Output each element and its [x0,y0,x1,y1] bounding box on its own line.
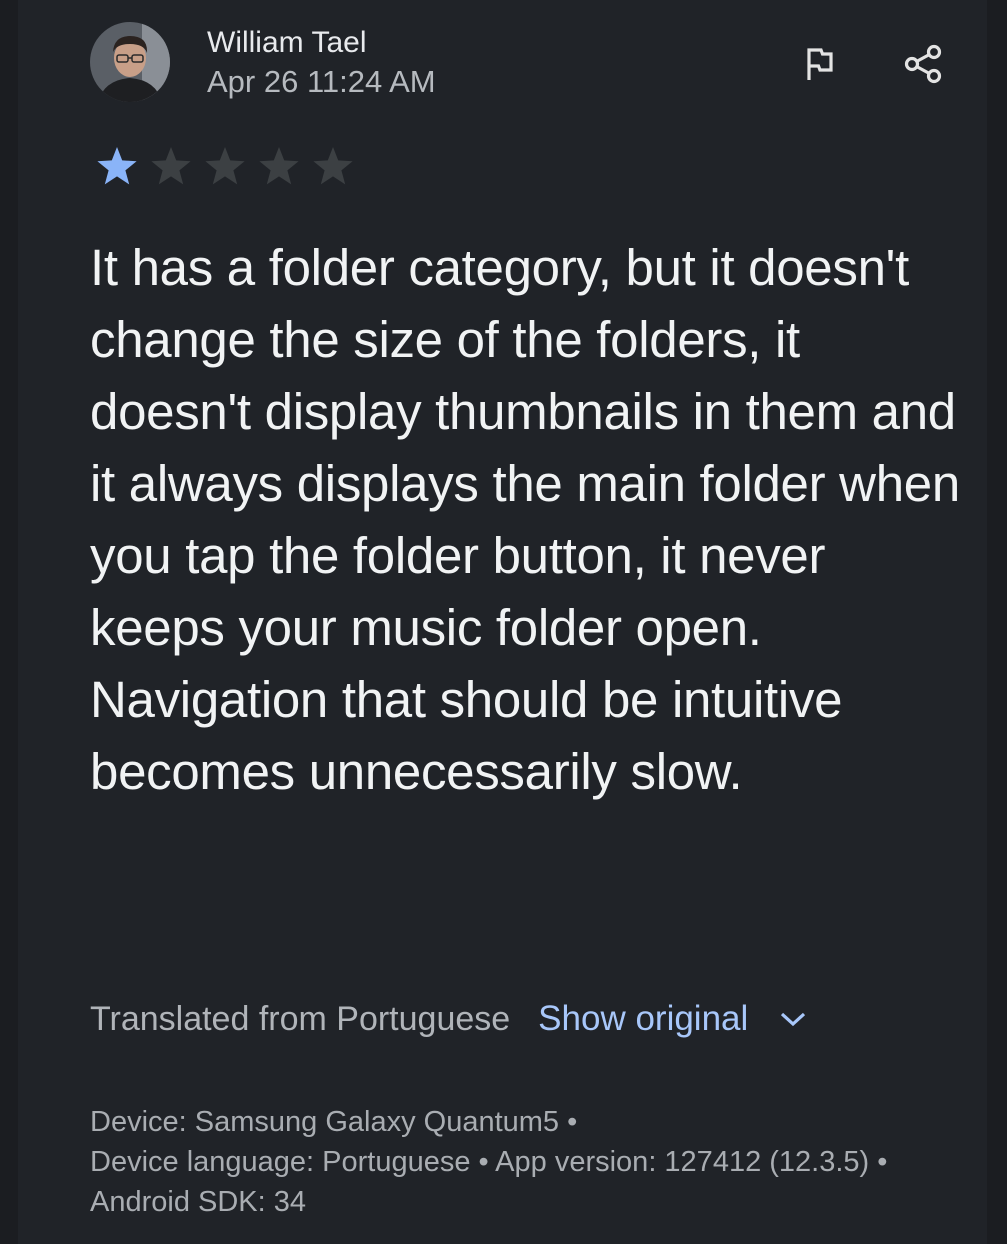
share-icon [904,44,942,84]
star-empty-icon [151,147,191,185]
show-original-link[interactable]: Show original [538,999,748,1039]
android-sdk: Android SDK: 34 [90,1186,307,1218]
star-empty-icon [259,147,299,185]
review-date: Apr 26 11:24 AM [207,64,436,99]
star-rating [92,142,358,190]
separator: • [478,1146,489,1178]
star-empty-icon [313,147,353,185]
share-button[interactable] [895,36,951,92]
review-body: It has a folder category, but it doesn't… [90,239,960,800]
star-empty-icon [205,147,245,185]
star-filled-icon [97,147,137,185]
flag-icon [807,48,833,80]
author-name: William Tael [207,26,367,59]
app-version: App version: 127412 (12.3.5) [495,1146,870,1178]
show-original-toggle[interactable] [778,1004,808,1034]
device-model: Device: Samsung Galaxy Quantum5 [90,1106,560,1138]
separator: • [877,1146,888,1178]
review-card: William Tael Apr 26 11:24 AM It has a fo… [18,0,987,1244]
chevron-down-icon [781,1012,806,1027]
translated-label: Translated from Portuguese [90,999,511,1038]
flag-button[interactable] [790,36,846,92]
avatar-image [90,22,170,102]
device-language: Device language: Portuguese [90,1146,471,1178]
avatar[interactable] [90,22,170,102]
separator: • [567,1106,578,1138]
translation-row: Translated from Portuguese Show original [90,996,808,1042]
device-info: Device: Samsung Galaxy Quantum5 • Device… [90,1102,980,1222]
